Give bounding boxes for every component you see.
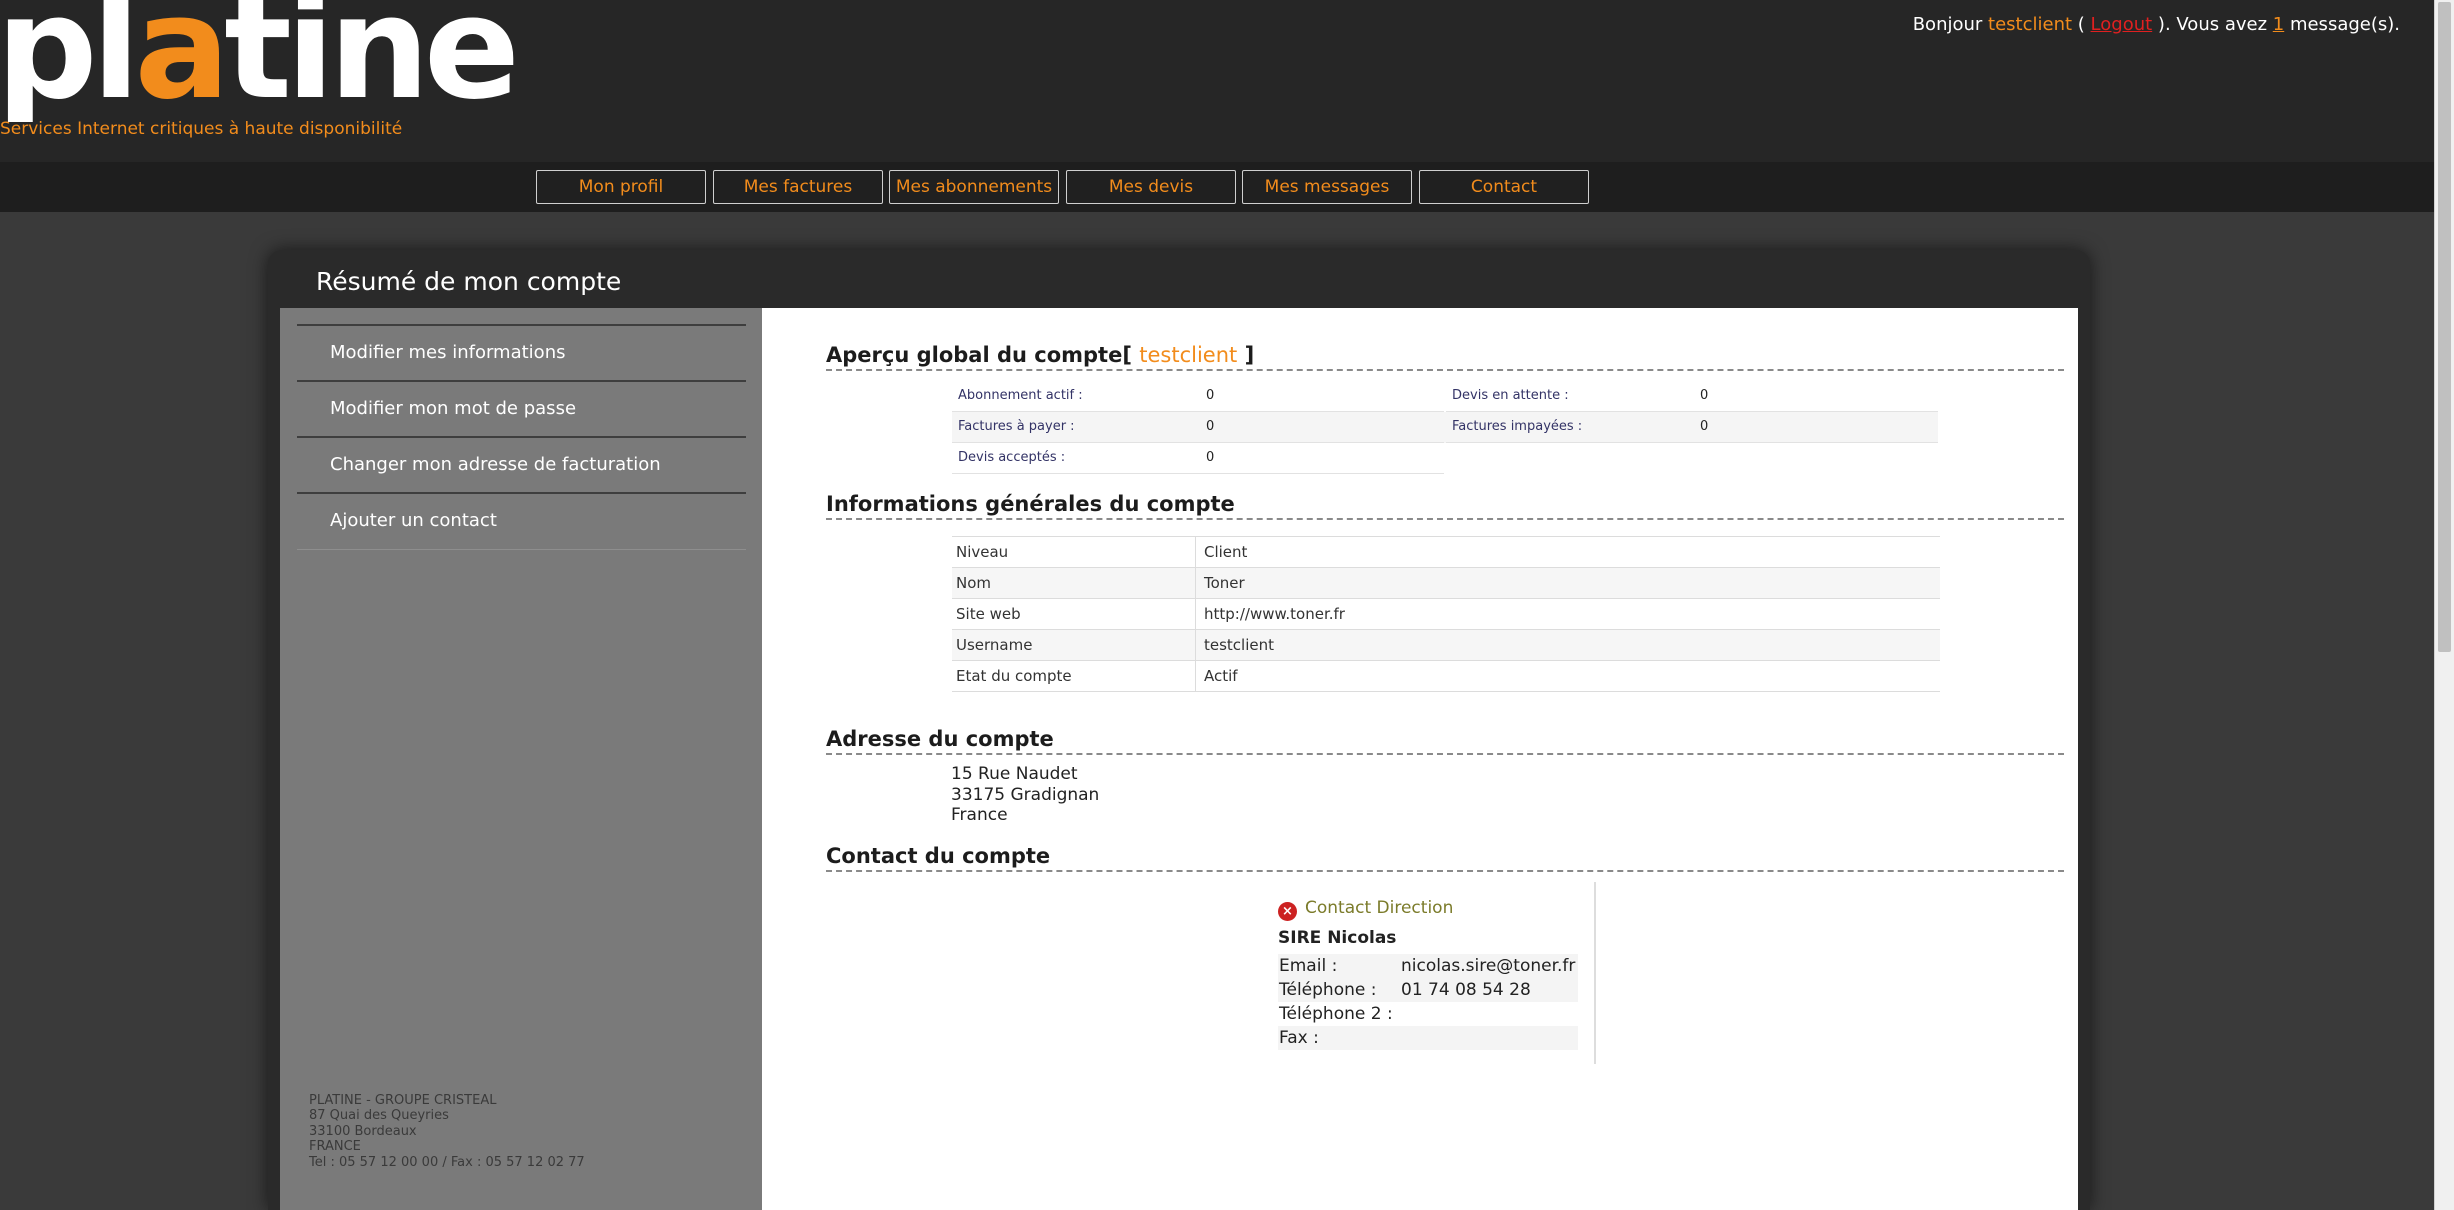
general-info-title: Informations générales du compte xyxy=(826,492,1235,516)
nav-mes-messages[interactable]: Mes messages xyxy=(1242,170,1412,204)
table-row: Niveau Client xyxy=(952,537,1940,568)
username: testclient xyxy=(1988,14,2073,35)
messages-suffix: message(s). xyxy=(2289,14,2400,35)
company-footer: PLATINE - GROUPE CRISTEAL 87 Quai des Qu… xyxy=(309,1093,585,1170)
overview-label: Devis en attente : xyxy=(1446,381,1938,412)
address-line: France xyxy=(951,805,1008,825)
sidebar-item-adresse-facturation[interactable]: Changer mon adresse de facturation xyxy=(297,438,746,494)
info-key: Username xyxy=(956,630,1196,660)
nav-mon-profil[interactable]: Mon profil xyxy=(536,170,706,204)
contact-name: SIRE Nicolas xyxy=(1278,928,1397,948)
address-title: Adresse du compte xyxy=(826,727,1054,751)
overview-label: Factures impayées : xyxy=(1446,412,1938,443)
delete-contact-icon[interactable]: × xyxy=(1278,902,1297,921)
overview-value: 0 xyxy=(1206,450,1215,465)
nav-mes-abonnements[interactable]: Mes abonnements xyxy=(889,170,1059,204)
footer-line: FRANCE xyxy=(309,1139,361,1155)
contact-title: Contact du compte xyxy=(826,844,1051,868)
sidebar-item-ajouter-contact[interactable]: Ajouter un contact xyxy=(297,494,746,550)
table-row: Etat du compte Actif xyxy=(952,661,1940,692)
section-divider xyxy=(826,870,2064,872)
overview-value: 0 xyxy=(1206,419,1215,434)
info-value: Client xyxy=(1204,543,1248,561)
info-key: Site web xyxy=(956,599,1196,629)
panel-title: Résumé de mon compte xyxy=(316,267,622,296)
address-line: 33175 Gradignan xyxy=(951,784,1100,805)
contact-row: Téléphone : 01 74 08 54 28 xyxy=(1278,978,1578,1002)
overview-label: Devis acceptés : xyxy=(952,443,1444,474)
contact-value: 01 74 08 54 28 xyxy=(1401,980,1531,1000)
contact-value: nicolas.sire@toner.fr xyxy=(1401,956,1576,976)
section-divider xyxy=(826,753,2064,755)
contact-row: Fax : xyxy=(1278,1026,1578,1050)
contact-key: Téléphone : xyxy=(1279,980,1377,1000)
sidebar-item-modifier-mot-de-passe[interactable]: Modifier mon mot de passe xyxy=(297,382,746,438)
address-block: 15 Rue Naudet 33175 Gradignan France xyxy=(951,764,1099,826)
address-line: 15 Rue Naudet xyxy=(951,764,1078,784)
nav-contact[interactable]: Contact xyxy=(1419,170,1589,204)
page-scrollbar[interactable] xyxy=(2434,0,2454,1210)
info-key: Niveau xyxy=(956,537,1196,567)
section-divider xyxy=(826,518,2064,520)
footer-line: 33100 Bordeaux xyxy=(309,1123,417,1139)
contact-key: Téléphone 2 : xyxy=(1279,1004,1393,1024)
overview-value: 0 xyxy=(1206,388,1215,403)
info-key: Etat du compte xyxy=(956,661,1196,691)
info-value: Toner xyxy=(1204,574,1245,592)
overview-value: 0 xyxy=(1700,388,1709,403)
info-key: Nom xyxy=(956,568,1196,598)
messages-count-link[interactable]: 1 xyxy=(2273,14,2284,35)
user-bar: Bonjour testclient ( Logout ). Vous avez… xyxy=(1913,14,2400,35)
platine-logo[interactable]: platine xyxy=(0,0,514,122)
contact-row: Email : nicolas.sire@toner.fr xyxy=(1278,954,1578,978)
paren-open: ( xyxy=(2077,14,2085,35)
tagline: Services Internet critiques à haute disp… xyxy=(0,119,403,139)
section-divider xyxy=(826,369,2064,371)
contact-type: Contact Direction xyxy=(1305,898,1454,918)
table-row: Nom Toner xyxy=(952,568,1940,599)
info-value: Actif xyxy=(1204,667,1238,685)
info-value: http://www.toner.fr xyxy=(1204,605,1345,623)
overview-label: Factures à payer : xyxy=(952,412,1444,443)
nav-mes-factures[interactable]: Mes factures xyxy=(713,170,883,204)
info-value: testclient xyxy=(1204,636,1275,654)
overview-title: Aperçu global du compte[ testclient ] xyxy=(826,343,1255,367)
footer-line: Tel : 05 57 12 00 00 / Fax : 05 57 12 02… xyxy=(309,1154,585,1170)
footer-line: PLATINE - GROUPE CRISTEAL xyxy=(309,1093,497,1108)
footer-line: 87 Quai des Queyries xyxy=(309,1108,449,1124)
logout-link[interactable]: Logout xyxy=(2091,14,2153,35)
overview-label: Abonnement actif : xyxy=(952,381,1444,412)
contact-card: × Contact Direction SIRE Nicolas Email : … xyxy=(1278,882,1596,1064)
contact-header: × Contact Direction xyxy=(1278,898,1453,921)
greeting: Bonjour xyxy=(1912,14,1983,35)
contact-key: Fax : xyxy=(1279,1028,1319,1048)
contact-row: Téléphone 2 : xyxy=(1278,1002,1578,1026)
overview-value: 0 xyxy=(1700,419,1709,434)
table-row: Site web http://www.toner.fr xyxy=(952,599,1940,630)
nav-mes-devis[interactable]: Mes devis xyxy=(1066,170,1236,204)
page-header: platine Services Internet critiques à ha… xyxy=(0,0,2454,162)
main-nav: Mon profil Mes factures Mes abonnements … xyxy=(0,162,2454,212)
messages-text: ). Vous avez xyxy=(2157,14,2268,35)
overview-username: testclient xyxy=(1139,343,1238,367)
table-row: Username testclient xyxy=(952,630,1940,661)
sidebar-item-modifier-informations[interactable]: Modifier mes informations xyxy=(297,326,746,382)
contact-key: Email : xyxy=(1279,956,1338,976)
scrollbar-thumb[interactable] xyxy=(2438,2,2451,652)
